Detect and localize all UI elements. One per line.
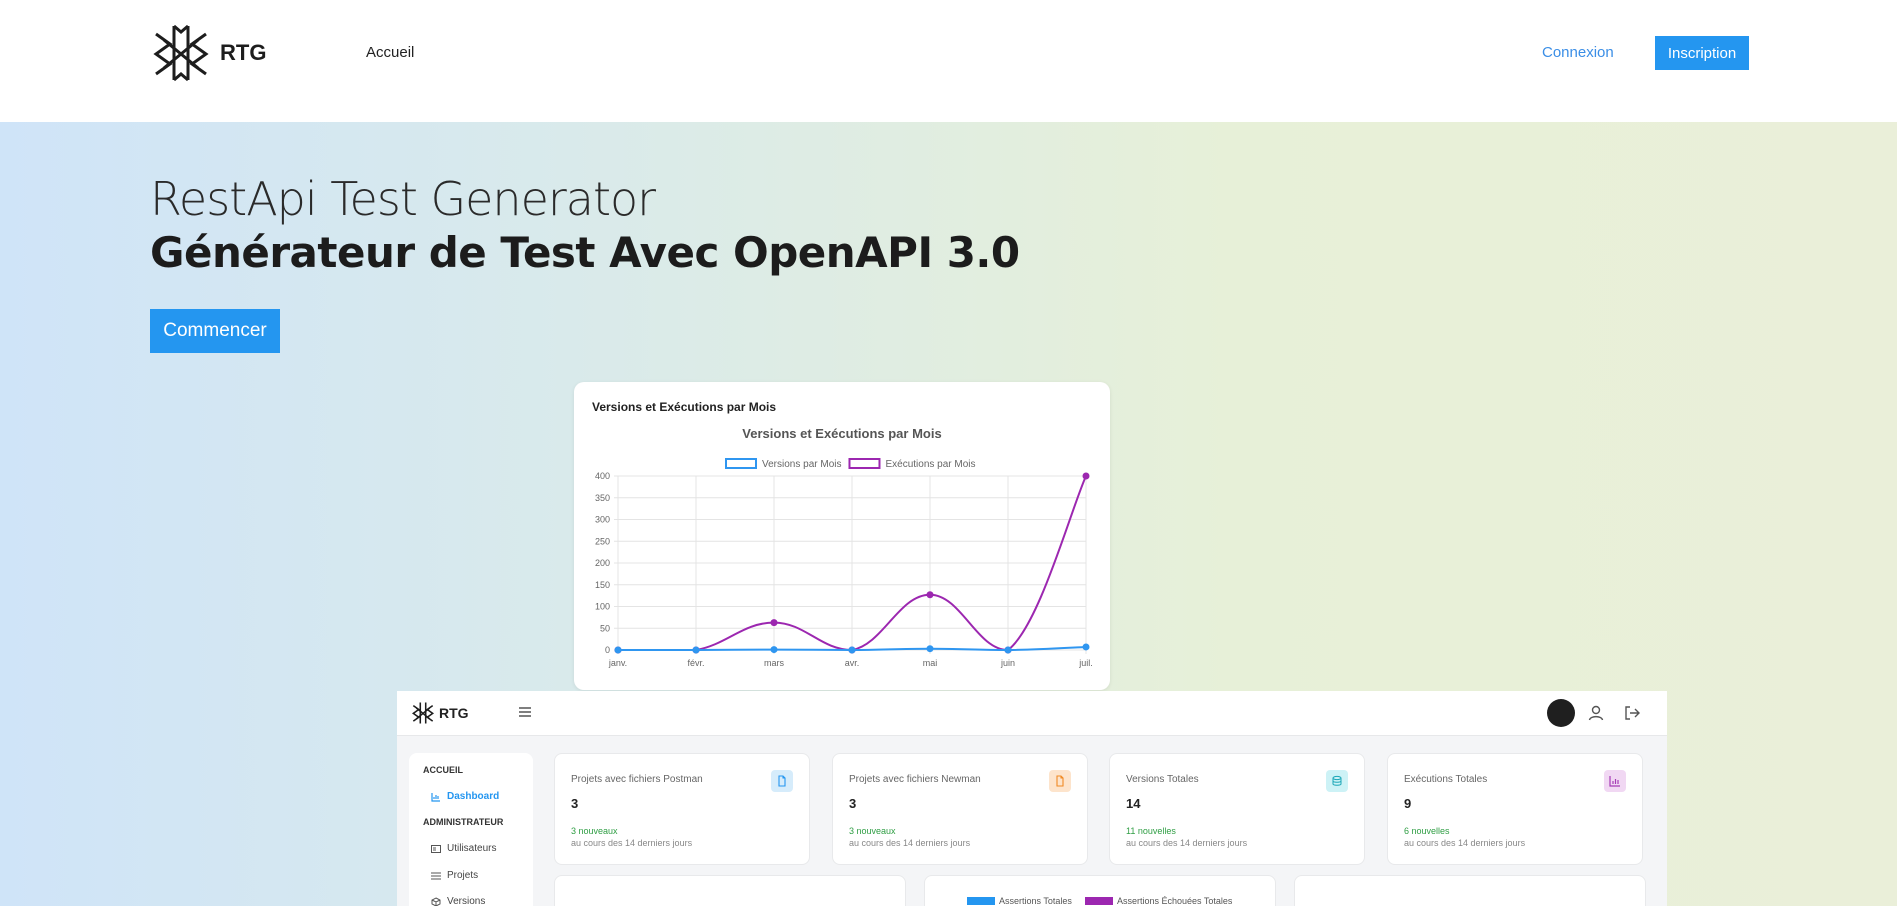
stat-sub: au cours des 14 derniers jours [1404, 838, 1526, 848]
data-point-1-4 [926, 591, 934, 599]
stat-label: Exécutions Totales [1404, 774, 1488, 785]
top-navbar: RTG Accueil Connexion Inscription [0, 0, 1897, 122]
brand-name: RTG [220, 40, 267, 65]
stat-new: 11 nouvelles [1126, 826, 1176, 836]
stat-sub: au cours des 14 derniers jours [571, 838, 693, 848]
box-icon [431, 896, 441, 906]
lower-card-left [554, 875, 906, 906]
data-point-0-6 [1082, 643, 1090, 651]
menu-icon[interactable] [517, 704, 533, 720]
dashboard-logo[interactable]: RTG [411, 701, 469, 725]
stat-card-postman: Projets avec fichiers Postman 3 3 nouvea… [554, 753, 810, 865]
x-tick-label: mars [764, 658, 784, 668]
legend-swatch-0 [725, 458, 757, 469]
sidebar-item-dashboard[interactable]: Dashboard [431, 791, 499, 802]
logout-icon[interactable] [1623, 704, 1641, 722]
hero-title: RestApi Test Generator [150, 172, 656, 226]
stat-sub: au cours des 14 derniers jours [1126, 838, 1248, 848]
stat-label: Versions Totales [1126, 774, 1199, 785]
hero-subtitle: Générateur de Test Avec OpenAPI 3.0 [150, 228, 1020, 277]
x-tick-label: juil. [1078, 658, 1093, 668]
list-icon [431, 872, 441, 879]
sidebar-item-label: Dashboard [447, 791, 500, 802]
user-icon[interactable] [1587, 704, 1605, 722]
dashboard-sidebar: ACCUEIL Dashboard ADMINISTRATEUR Utilisa… [409, 753, 533, 906]
sidebar-item-projects[interactable]: Projets [431, 870, 478, 881]
data-point-0-0 [614, 646, 622, 654]
stat-value: 14 [1126, 796, 1141, 811]
stat-new: 3 nouveaux [571, 826, 618, 836]
rtg-logo-icon [411, 702, 435, 724]
data-point-0-1 [692, 646, 700, 654]
y-tick-label: 350 [595, 493, 610, 503]
data-point-0-3 [848, 646, 856, 654]
lower-card-right [1294, 875, 1646, 906]
stat-card-newman: Projets avec fichiers Newman 3 3 nouveau… [832, 753, 1088, 865]
data-point-1-2 [770, 619, 778, 627]
sidebar-item-label: Utilisateurs [447, 843, 497, 854]
stat-value: 9 [1404, 796, 1412, 811]
brand-logo[interactable]: RTG [150, 22, 266, 84]
data-point-0-4 [926, 645, 934, 653]
database-icon [1326, 770, 1348, 792]
y-tick-label: 200 [595, 558, 610, 568]
start-button[interactable]: Commencer [150, 309, 280, 353]
data-point-1-6 [1082, 472, 1090, 480]
stat-value: 3 [571, 796, 579, 811]
x-tick-label: févr. [687, 658, 704, 668]
y-tick-label: 300 [595, 515, 610, 525]
chart-card: Versions et Exécutions par Mois Versions… [574, 382, 1110, 690]
id-card-icon [431, 844, 441, 853]
y-tick-label: 50 [600, 623, 610, 633]
dashboard-preview: RTG ACCUEIL Dashboard ADMINISTRATEUR Uti… [397, 691, 1667, 906]
sidebar-item-versions[interactable]: Versions [431, 896, 485, 906]
line-chart: Versions et Exécutions par Mois Versions … [595, 426, 1093, 668]
dashboard-topbar: RTG [397, 691, 1667, 736]
stat-card-executions: Exécutions Totales 9 6 nouvelles au cour… [1387, 753, 1643, 865]
chart-icon [431, 792, 440, 802]
x-tick-label: avr. [845, 658, 860, 668]
x-tick-label: juin [1000, 658, 1015, 668]
signup-button[interactable]: Inscription [1655, 36, 1749, 70]
nav-home-link[interactable]: Accueil [366, 44, 414, 61]
file-icon [1049, 770, 1071, 792]
legend-swatch-1 [848, 458, 881, 469]
stat-card-versions: Versions Totales 14 11 nouvelles au cour… [1109, 753, 1365, 865]
stat-value: 3 [849, 796, 857, 811]
lower-card-assertions: Assertions Totales Assertions Échouées T… [924, 875, 1276, 906]
login-link[interactable]: Connexion [1542, 44, 1614, 61]
data-point-0-5 [1004, 646, 1012, 654]
x-tick-label: mai [923, 658, 938, 668]
chart-icon [1604, 770, 1626, 792]
chart-title: Versions et Exécutions par Mois [742, 426, 941, 441]
y-tick-label: 100 [595, 602, 610, 612]
avatar[interactable] [1547, 699, 1575, 727]
rtg-logo-icon [153, 24, 209, 82]
stat-sub: au cours des 14 derniers jours [849, 838, 971, 848]
sidebar-section-admin: ADMINISTRATEUR [423, 817, 504, 827]
y-tick-label: 400 [595, 471, 610, 481]
stat-label: Projets avec fichiers Newman [849, 774, 981, 785]
legend-failed-assertions: Assertions Échouées Totales [1085, 896, 1232, 906]
file-icon [771, 770, 793, 792]
sidebar-item-label: Versions [447, 896, 486, 906]
y-tick-label: 250 [595, 536, 610, 546]
legend-total-assertions: Assertions Totales [967, 896, 1072, 906]
sidebar-section-home: ACCUEIL [423, 765, 463, 775]
y-tick-label: 150 [595, 580, 610, 590]
sidebar-item-label: Projets [447, 870, 479, 881]
sidebar-item-users[interactable]: Utilisateurs [431, 843, 496, 854]
x-tick-label: janv. [608, 658, 627, 668]
data-point-0-2 [770, 646, 778, 654]
legend-label-0: Versions par Mois [762, 459, 841, 470]
stat-label: Projets avec fichiers Postman [571, 774, 703, 785]
y-tick-label: 0 [605, 645, 610, 655]
dashboard-brand: RTG [439, 705, 469, 721]
stat-new: 6 nouvelles [1404, 826, 1450, 836]
stat-new: 3 nouveaux [849, 826, 896, 836]
legend-label-1: Exécutions par Mois [885, 459, 975, 470]
